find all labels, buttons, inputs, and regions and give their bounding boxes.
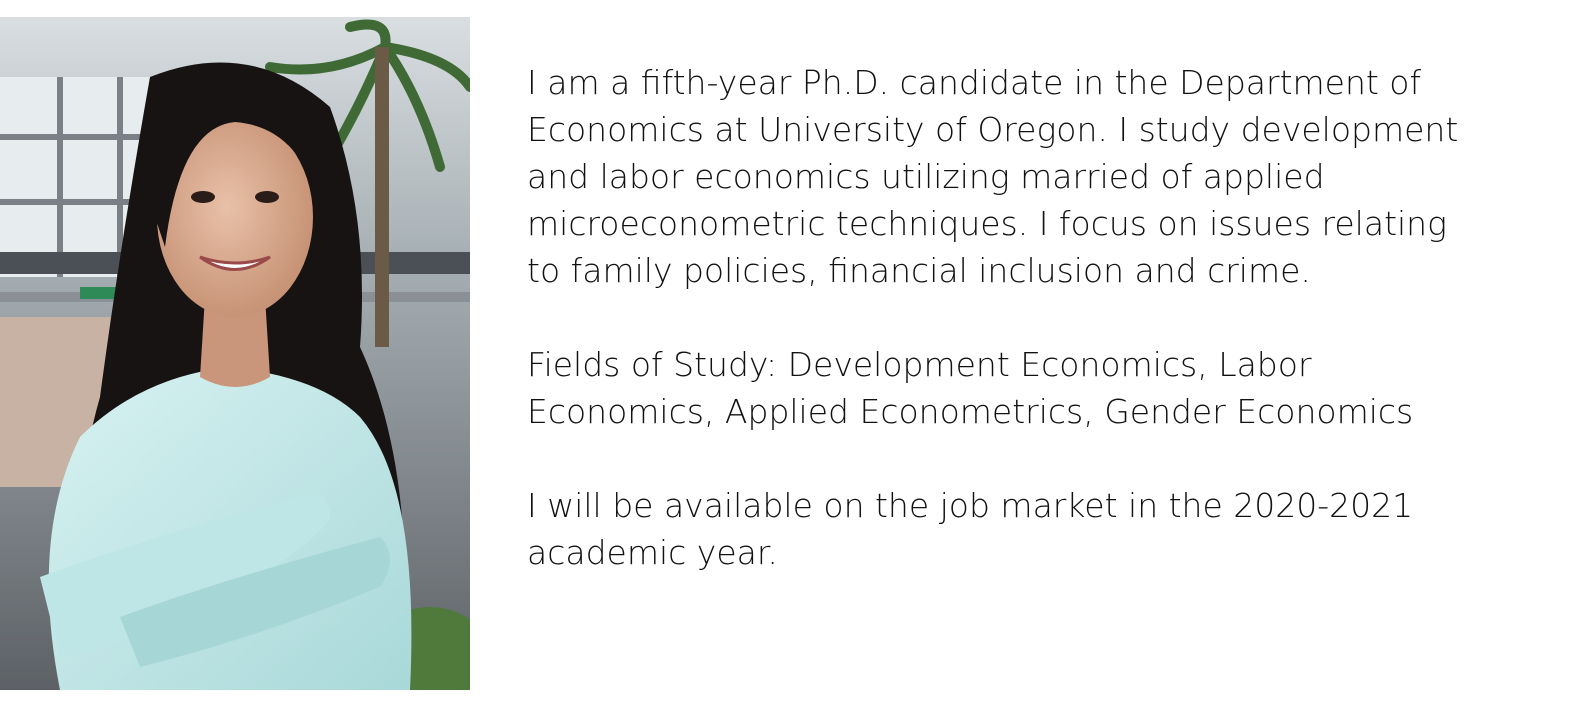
profile-page: I am a fifth-year Ph.D. candidate in the… [0,0,1593,715]
fields-of-study-paragraph: Fields of Study: Development Economics, … [527,345,1414,431]
job-market-availability-paragraph: I will be available on the job market in… [527,486,1414,572]
portrait-image [0,17,470,690]
bio-paragraph: I am a fifth-year Ph.D. candidate in the… [527,63,1459,290]
bio-text-block: I am a fifth-year Ph.D. candidate in the… [527,59,1547,576]
profile-photo [0,17,470,690]
